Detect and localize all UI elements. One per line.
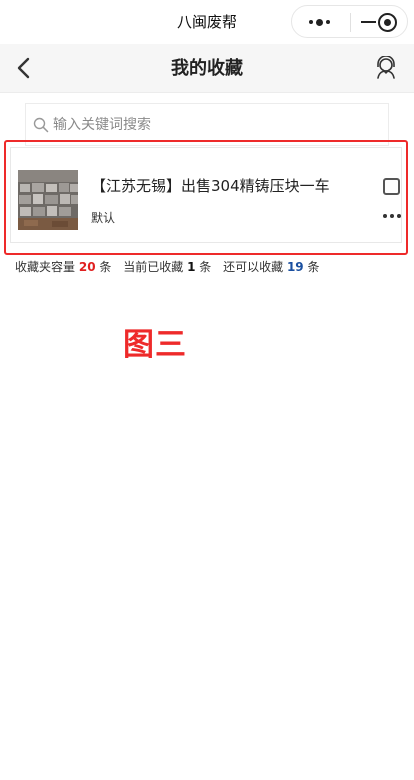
customer-service-icon[interactable] <box>374 56 398 80</box>
capsule-menu <box>291 5 408 38</box>
more-options-icon[interactable] <box>383 212 401 220</box>
current-value: 1 <box>187 260 196 274</box>
favorite-item-tag: 默认 <box>91 211 116 225</box>
capacity-value: 20 <box>78 260 96 274</box>
favorite-item[interactable]: 【江苏无锡】出售304精铸压块一车 默认 <box>10 147 402 243</box>
capacity-unit: 条 <box>99 260 112 274</box>
search-icon <box>33 117 49 133</box>
capacity-label: 收藏夹容量 <box>15 260 76 274</box>
search-input[interactable] <box>53 104 383 145</box>
favorite-item-title[interactable]: 【江苏无锡】出售304精铸压块一车 <box>91 175 351 196</box>
more-dots-icon[interactable] <box>304 14 334 30</box>
favorites-stats: 收藏夹容量 20 条 当前已收藏 1 条 还可以收藏 19 条 <box>15 258 319 275</box>
remaining-unit: 条 <box>307 260 320 274</box>
favorite-highlight-frame: 【江苏无锡】出售304精铸压块一车 默认 <box>4 140 408 255</box>
page-title: 我的收藏 <box>171 58 243 79</box>
minus-icon[interactable] <box>361 21 376 23</box>
target-circle-icon[interactable] <box>378 13 397 32</box>
remaining-value: 19 <box>286 260 304 274</box>
current-label: 当前已收藏 <box>123 260 184 274</box>
capsule-divider <box>350 13 351 32</box>
product-thumbnail <box>18 170 78 230</box>
annotation-label: 图三 <box>123 327 187 363</box>
select-checkbox[interactable] <box>383 178 400 195</box>
page-header: 我的收藏 <box>0 44 414 93</box>
mini-program-top-bar: 八闽废帮 <box>0 0 414 44</box>
current-unit: 条 <box>199 260 212 274</box>
remaining-label: 还可以收藏 <box>223 260 284 274</box>
